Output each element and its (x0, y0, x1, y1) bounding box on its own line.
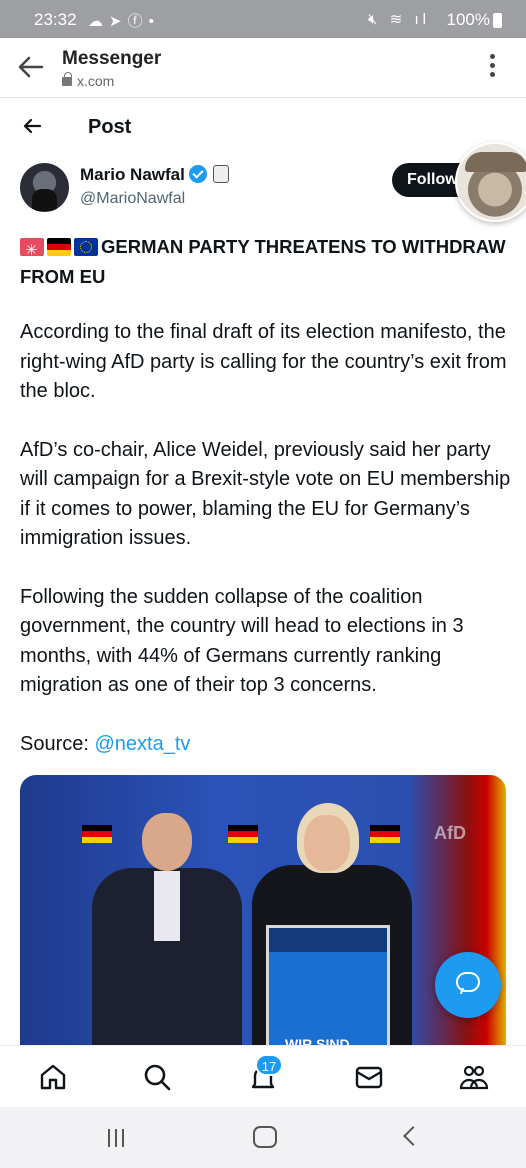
compose-message-button[interactable] (435, 952, 501, 1018)
browser-title: Messenger (62, 48, 162, 69)
author-handle[interactable]: @MarioNawfal (80, 190, 185, 208)
source-link[interactable]: @nexta_tv (94, 733, 190, 755)
post-paragraph: AfD’s co-chair, Alice Weidel, previously… (20, 438, 511, 550)
post-paragraph: Following the sudden collapse of the coa… (20, 585, 464, 697)
battery-icon (493, 13, 502, 28)
notification-icons: ☁➤ⓕ• (88, 13, 160, 30)
source-label: Source: (20, 732, 95, 755)
author-name-row[interactable]: Mario Nawfal (80, 165, 229, 185)
author-name[interactable]: Mario Nawfal (80, 165, 185, 184)
browser-toolbar: Messenger x.com (0, 38, 526, 98)
overflow-menu-icon[interactable] (482, 54, 502, 82)
status-time: 23:32 (34, 10, 77, 29)
siren-emoji-icon (20, 236, 44, 266)
affiliation-badge-icon (212, 165, 229, 183)
eu-flag-icon (74, 238, 98, 256)
chat-bubble-icon (456, 972, 480, 992)
system-navigation-bar (0, 1107, 526, 1168)
back-arrow-icon[interactable] (16, 52, 46, 82)
author-row: Mario Nawfal @MarioNawfal Follow (0, 160, 526, 220)
post-paragraph: According to the final draft of its elec… (20, 321, 507, 402)
home-icon[interactable] (38, 1062, 68, 1092)
bottom-navigation: 17 (0, 1045, 526, 1107)
connectivity-icons: 🔇︎ ≋ ıl (368, 11, 430, 28)
browser-url: x.com (62, 72, 115, 89)
status-bar: 23:32 ☁➤ⓕ• 🔇︎ ≋ ıl 100% (0, 0, 526, 38)
post-headline: GERMAN PARTY THREATENS TO WITHDRAW FROM … (20, 232, 510, 292)
lock-icon (62, 72, 72, 86)
post-body: According to the final draft of its elec… (20, 318, 512, 788)
back-arrow-icon[interactable] (22, 116, 42, 136)
search-icon[interactable] (142, 1062, 172, 1092)
post-header: Post (0, 98, 526, 156)
post-image[interactable]: AfD WIR SIND (20, 775, 506, 1045)
chat-head-avatar[interactable] (455, 142, 526, 222)
podium: WIR SIND (266, 925, 390, 1045)
post-source: Source: @nexta_tv (20, 730, 512, 760)
recent-apps-icon[interactable] (108, 1129, 130, 1147)
germany-flag-icon (47, 238, 71, 256)
url-text: x.com (77, 73, 115, 89)
banner-logo: AfD (434, 823, 466, 843)
messages-icon[interactable] (354, 1062, 384, 1092)
page-title: Post (88, 116, 132, 138)
system-back-icon[interactable] (403, 1126, 423, 1146)
person-figure (92, 813, 242, 1045)
communities-icon[interactable] (459, 1062, 489, 1092)
battery-level: 100% (446, 10, 490, 29)
verified-badge-icon (188, 165, 207, 183)
avatar[interactable] (20, 163, 69, 212)
notifications-badge: 17 (255, 1054, 283, 1076)
home-button-icon[interactable] (253, 1126, 277, 1148)
podium-text: WIR SIND (285, 1036, 350, 1045)
